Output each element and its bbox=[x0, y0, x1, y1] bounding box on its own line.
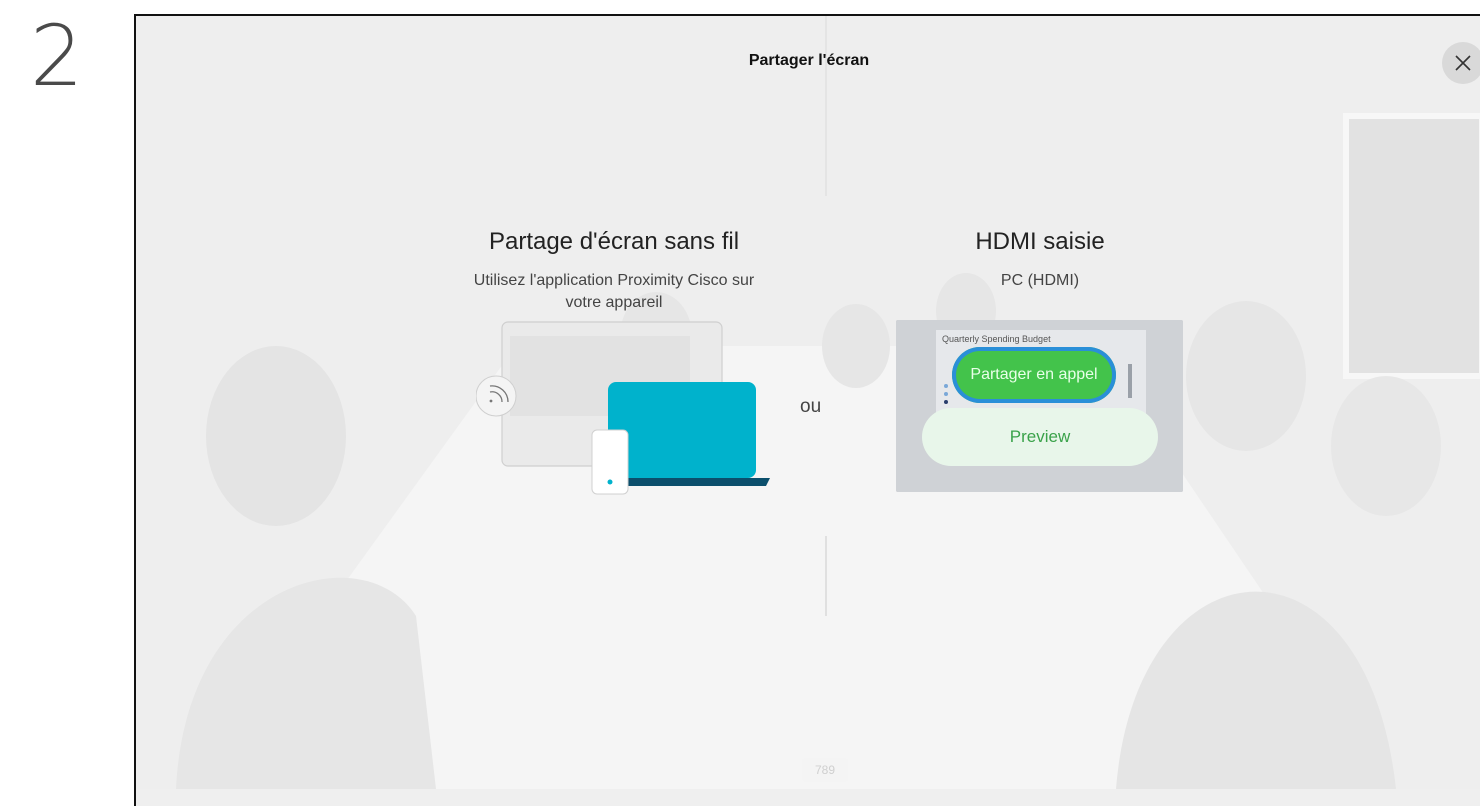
page-title: Partager l'écran bbox=[748, 52, 870, 69]
preview-button[interactable]: Preview bbox=[922, 408, 1158, 466]
hdmi-thumbnail bbox=[896, 320, 1183, 492]
step-number: 2 bbox=[30, 7, 84, 105]
footer-badge: 789 bbox=[802, 758, 848, 782]
wireless-subtitle-line1: Utilisez l'application Proximity Cisco s… bbox=[473, 272, 755, 289]
hdmi-thumbnail-caption: Quarterly Spending Budget bbox=[942, 334, 1051, 344]
wireless-illustration bbox=[476, 321, 770, 495]
wireless-subtitle-line2: votre appareil bbox=[565, 294, 663, 311]
hdmi-title: HDMI saisie bbox=[975, 228, 1105, 255]
separator-or: ou bbox=[800, 396, 822, 417]
wireless-signal-icon bbox=[476, 375, 517, 417]
share-screen-panel: Partager l'écran Partage d'écran sans fi… bbox=[134, 14, 1480, 806]
share-in-call-button[interactable]: Partager en appel bbox=[952, 347, 1116, 403]
wireless-title: Partage d'écran sans fil bbox=[488, 228, 740, 255]
hdmi-subtitle: PC (HDMI) bbox=[1000, 272, 1080, 289]
close-icon bbox=[1455, 55, 1471, 71]
hdmi-preview-card[interactable]: Quarterly Spending Budget Partager en ap… bbox=[896, 320, 1183, 492]
close-button[interactable] bbox=[1442, 42, 1480, 84]
